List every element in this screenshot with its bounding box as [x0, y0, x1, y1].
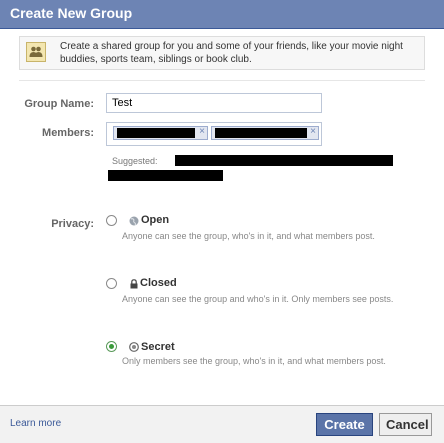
create-group-dialog: Create New Group Create a shared group f… — [0, 0, 444, 443]
privacy-closed-radio[interactable] — [106, 278, 117, 289]
divider — [19, 80, 425, 81]
redacted-name — [117, 128, 195, 138]
privacy-closed-title: Closed — [140, 277, 177, 289]
globe-icon — [129, 216, 139, 226]
group-name-input[interactable] — [106, 93, 322, 113]
member-token: × — [211, 126, 319, 140]
redacted-suggestion[interactable] — [108, 170, 223, 181]
privacy-label: Privacy: — [51, 218, 94, 230]
privacy-open-radio[interactable] — [106, 215, 117, 226]
redacted-name — [215, 128, 307, 138]
members-input[interactable]: × × — [106, 122, 322, 146]
redacted-suggestion[interactable] — [175, 155, 393, 166]
learn-more-link[interactable]: Learn more — [10, 418, 61, 429]
privacy-open-title: Open — [141, 214, 170, 226]
privacy-open-description: Anyone can see the group, who's in it, a… — [122, 231, 375, 241]
group-name-label: Group Name: — [24, 98, 94, 110]
privacy-secret-radio[interactable] — [106, 341, 117, 352]
suggested-label: Suggested: — [112, 156, 158, 166]
intro-text: Create a shared group for you and some o… — [60, 41, 403, 65]
dialog-title-bar: Create New Group — [0, 0, 444, 29]
group-icon — [26, 42, 46, 62]
members-label: Members: — [42, 127, 94, 139]
privacy-secret-description: Only members see the group, who's in it,… — [122, 356, 386, 366]
dialog-footer — [0, 406, 444, 443]
create-button[interactable]: Create — [316, 413, 373, 436]
remove-member-icon[interactable]: × — [199, 126, 205, 137]
privacy-secret-title: Secret — [141, 341, 175, 353]
privacy-closed-description: Anyone can see the group and who's in it… — [122, 294, 394, 304]
cancel-button[interactable]: Cancel — [379, 413, 432, 436]
lock-icon — [130, 279, 138, 289]
secret-icon — [129, 342, 139, 352]
dialog-title: Create New Group — [10, 5, 133, 21]
member-token: × — [113, 126, 208, 140]
intro-box: Create a shared group for you and some o… — [19, 36, 425, 70]
remove-member-icon[interactable]: × — [310, 126, 316, 137]
